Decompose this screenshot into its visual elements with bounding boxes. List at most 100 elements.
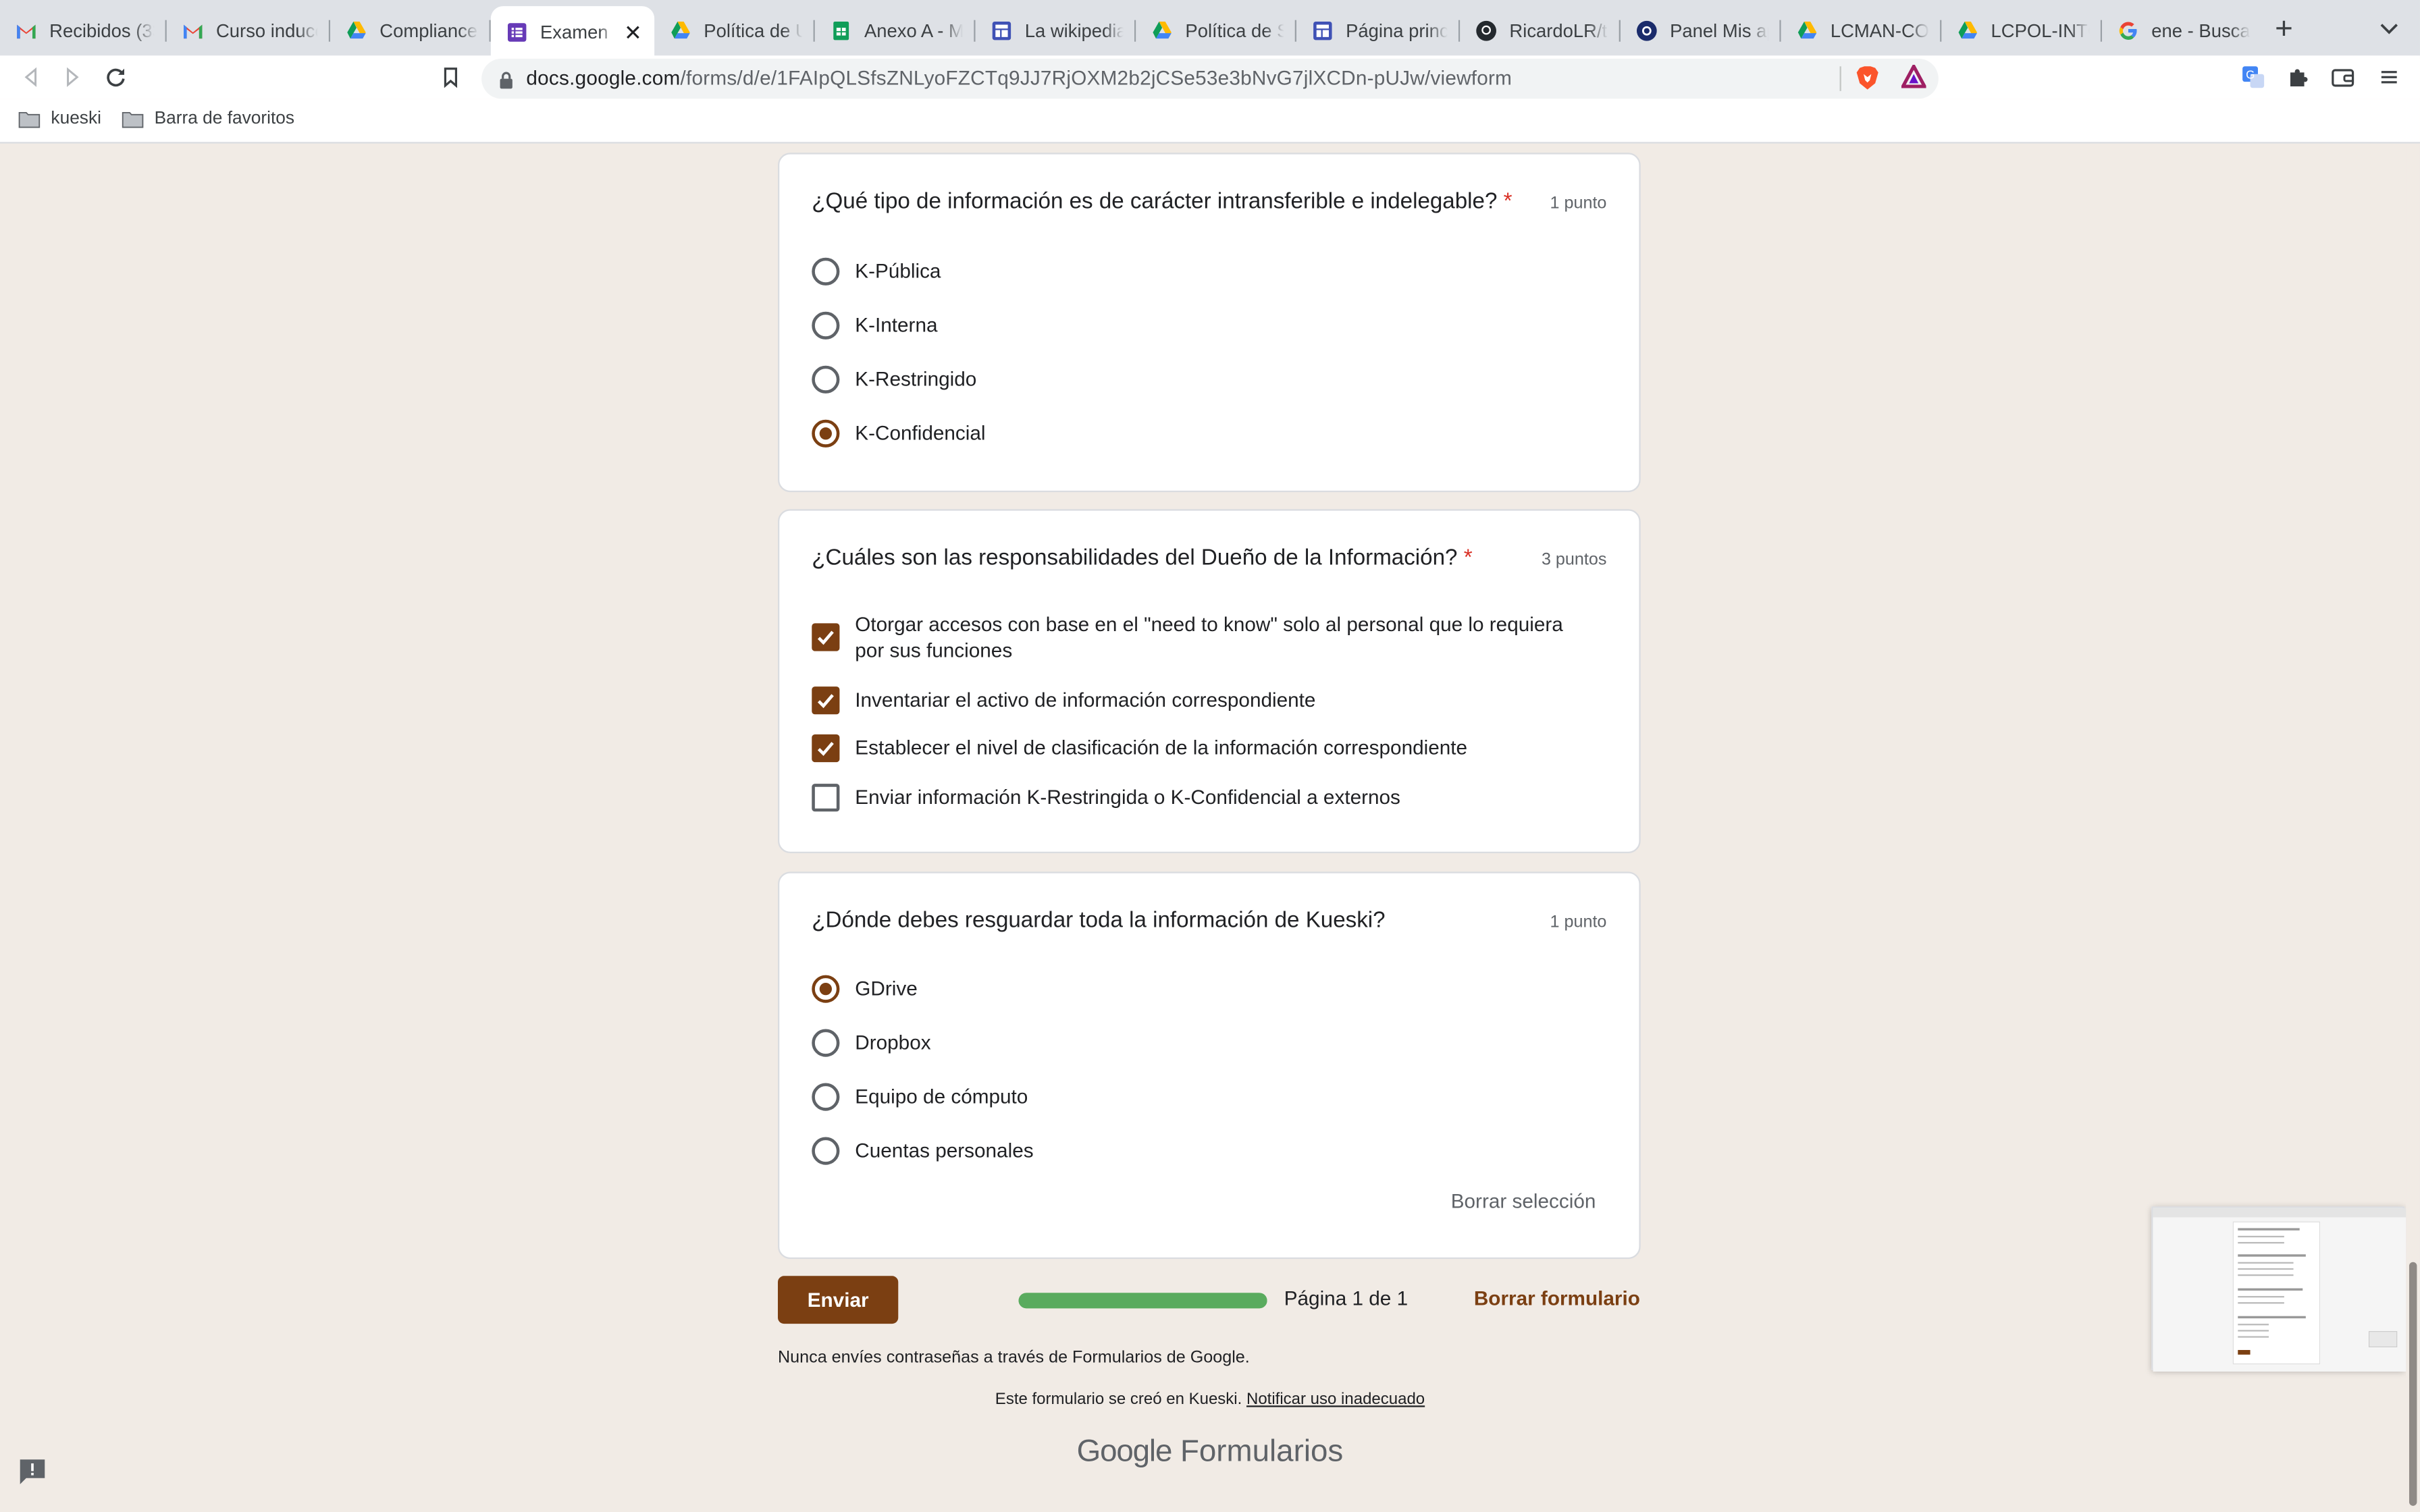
- gmail-icon: [16, 20, 37, 42]
- bookmark-folder-kueski[interactable]: kueski: [18, 109, 101, 128]
- google-wordmark: Google: [1076, 1434, 1173, 1469]
- tab-label: Política de Uso: [704, 20, 802, 42]
- radio-option[interactable]: Cuentas personales: [812, 1137, 1034, 1165]
- folder-icon: [122, 110, 144, 128]
- option-label: Dropbox: [855, 1030, 931, 1054]
- option-label: K-Interna: [855, 313, 938, 337]
- question-text: ¿Cuáles son las responsabilidades del Du…: [812, 546, 1458, 571]
- page-thumbnail-minimap[interactable]: [2151, 1206, 2406, 1372]
- radio-option[interactable]: Dropbox: [812, 1029, 931, 1057]
- option-label: Cuentas personales: [855, 1138, 1034, 1162]
- page-indicator: Página 1 de 1: [1284, 1287, 1409, 1310]
- checkbox-option-checked[interactable]: Inventariar el activo de información cor…: [812, 686, 1315, 715]
- brave-rewards-icon[interactable]: [1900, 63, 1928, 91]
- checkbox-checked[interactable]: [812, 623, 840, 651]
- wallet-icon[interactable]: [2329, 63, 2357, 91]
- question-text: ¿Qué tipo de información es de carácter …: [812, 190, 1498, 215]
- tab-sheets-anexo[interactable]: Anexo A - Mat: [815, 9, 976, 53]
- radio-option[interactable]: K-Restringido: [812, 365, 976, 394]
- back-arrow-icon[interactable]: [16, 61, 47, 92]
- question-card-1: ¿Qué tipo de información es de carácter …: [777, 153, 1641, 493]
- tab-google-search[interactable]: ene - Buscar c: [2102, 9, 2263, 53]
- tab-label: Examen Cu: [540, 21, 614, 43]
- radio-button-selected[interactable]: [812, 419, 840, 448]
- tab-search-chevron-icon[interactable]: [2377, 16, 2402, 40]
- radio-button[interactable]: [812, 365, 840, 394]
- radio-option[interactable]: K-Interna: [812, 311, 938, 340]
- bookmarks-bar: kueski Barra de favoritos: [0, 99, 2420, 144]
- tab-gmail-course[interactable]: Curso inducción: [167, 9, 331, 53]
- radio-button[interactable]: [812, 1137, 840, 1165]
- drive-icon: [1797, 20, 1818, 42]
- drive-icon: [346, 20, 367, 42]
- radio-button[interactable]: [812, 1029, 840, 1057]
- progress-bar: [1018, 1293, 1267, 1309]
- new-tab-button[interactable]: +: [2275, 12, 2293, 48]
- question-points: 3 puntos: [1541, 550, 1607, 570]
- clear-selection-button[interactable]: Borrar selección: [1451, 1189, 1596, 1212]
- tab-forms-exam-active[interactable]: Examen Cu ✕: [490, 6, 655, 59]
- tab-sites-wikipedia[interactable]: La wikipedia d: [976, 9, 1136, 53]
- report-abuse-link[interactable]: Notificar uso inadecuado: [1246, 1390, 1425, 1408]
- checkbox-option-checked[interactable]: Otorgar accesos con base en el "need to …: [812, 611, 1583, 664]
- svg-text:G: G: [2246, 68, 2255, 82]
- extensions-puzzle-icon[interactable]: [2284, 63, 2312, 91]
- close-tab-icon[interactable]: ✕: [624, 20, 642, 46]
- checkbox-checked[interactable]: [812, 734, 840, 763]
- radio-option-selected[interactable]: K-Confidencial: [812, 419, 986, 448]
- brave-shields-icon[interactable]: [1853, 63, 1881, 91]
- bookmark-label: kueski: [51, 109, 101, 128]
- option-label: Establecer el nivel de clasificación de …: [855, 736, 1468, 759]
- option-label: Equipo de cómputo: [855, 1084, 1028, 1108]
- google-forms-logo[interactable]: Google Formularios: [0, 1435, 2420, 1471]
- tab-drive-compliance[interactable]: Compliance - C: [330, 9, 491, 53]
- radio-button[interactable]: [812, 1083, 840, 1111]
- tab-okta-panel[interactable]: Panel Mis aplic: [1621, 9, 1781, 53]
- address-bar[interactable]: docs.google.com/forms/d/e/1FAIpQLSfsZNLy…: [481, 58, 1939, 99]
- radio-option-selected[interactable]: GDrive: [812, 975, 918, 1003]
- radio-option[interactable]: K-Pública: [812, 257, 941, 286]
- tab-label: LCMAN-COMP: [1830, 20, 1930, 42]
- tab-label: ene - Buscar c: [2151, 20, 2251, 42]
- question-card-2: ¿Cuáles son las responsabilidades del Du…: [777, 509, 1641, 853]
- lock-icon[interactable]: [498, 70, 514, 97]
- checkbox-option[interactable]: Enviar información K-Restringida o K-Con…: [812, 784, 1400, 812]
- tab-drive-lcpol[interactable]: LCPOL-INTC-0: [1941, 9, 2103, 53]
- tab-drive-politica-uso[interactable]: Política de Uso: [654, 9, 815, 53]
- bookmark-icon[interactable]: [436, 61, 467, 92]
- radio-button-selected[interactable]: [812, 975, 840, 1003]
- required-asterisk: *: [1503, 190, 1512, 215]
- tab-drive-lcman[interactable]: LCMAN-COMP: [1781, 9, 1942, 53]
- radio-button[interactable]: [812, 257, 840, 286]
- checkbox[interactable]: [812, 784, 840, 812]
- forward-arrow-icon[interactable]: [57, 61, 88, 92]
- feedback-icon[interactable]: [17, 1458, 48, 1486]
- drive-icon: [1151, 20, 1173, 42]
- submit-button[interactable]: Enviar: [777, 1276, 899, 1324]
- tab-strip: Recibidos (330 Curso inducción Complianc…: [0, 0, 2420, 59]
- tab-sites-pagina[interactable]: Página princip: [1296, 9, 1461, 53]
- tab-label: Curso inducción: [215, 20, 318, 42]
- radio-button[interactable]: [812, 311, 840, 340]
- url-text: docs.google.com/forms/d/e/1FAIpQLSfsZNLy…: [526, 66, 1512, 89]
- checkbox-option-checked[interactable]: Establecer el nivel de clasificación de …: [812, 734, 1468, 763]
- form-page: ¿Qué tipo de información es de carácter …: [0, 144, 2420, 1512]
- okta-icon: [1636, 20, 1658, 42]
- radio-option[interactable]: Equipo de cómputo: [812, 1083, 1028, 1111]
- tab-github[interactable]: RicardoLR/text: [1460, 9, 1621, 53]
- bookmark-folder-favoritos[interactable]: Barra de favoritos: [122, 109, 294, 128]
- reload-icon[interactable]: [101, 61, 132, 92]
- question-card-3: ¿Dónde debes resguardar toda la informac…: [777, 871, 1641, 1260]
- omnibox-divider: [1839, 66, 1841, 91]
- translate-icon[interactable]: G: [2240, 63, 2267, 91]
- menu-hamburger-icon[interactable]: [2375, 63, 2403, 91]
- tab-drive-politica-san[interactable]: Política de San: [1136, 9, 1296, 53]
- clear-form-button[interactable]: Borrar formulario: [1474, 1287, 1640, 1310]
- scrollbar-thumb[interactable]: [2409, 1262, 2417, 1506]
- checkbox-checked[interactable]: [812, 686, 840, 715]
- option-label: Otorgar accesos con base en el "need to …: [855, 612, 1563, 662]
- tab-gmail-inbox[interactable]: Recibidos (330: [0, 9, 167, 53]
- github-icon: [1475, 20, 1497, 42]
- question-title: ¿Qué tipo de información es de carácter …: [812, 190, 1512, 215]
- tab-label: Anexo A - Mat: [864, 20, 964, 42]
